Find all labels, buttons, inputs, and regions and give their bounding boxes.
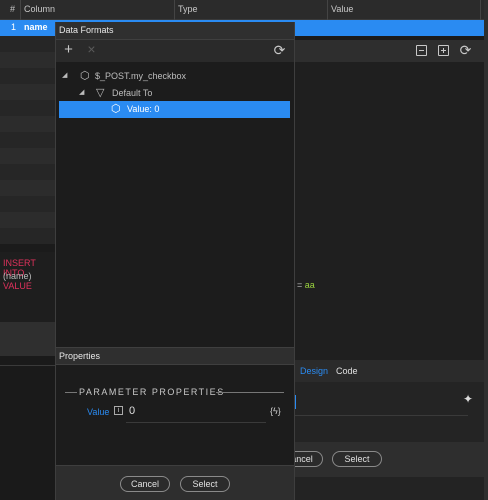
- right-properties: ✦: [293, 382, 488, 442]
- right-select-button[interactable]: Select: [332, 451, 382, 467]
- select-button[interactable]: Select: [180, 476, 230, 492]
- right-toolbar: ⟳: [293, 40, 488, 62]
- table-row[interactable]: [0, 36, 56, 52]
- col-header-num: #: [10, 4, 16, 14]
- properties-panel: PARAMETER PROPERTIES Value i 0 {ϟ}: [56, 365, 294, 465]
- code-line: = aa: [297, 280, 315, 290]
- refresh-icon[interactable]: ⟳: [273, 43, 286, 57]
- properties-title-bar: Properties: [56, 347, 294, 365]
- param-heading: PARAMETER PROPERTIES: [79, 387, 225, 397]
- properties-title: Properties: [59, 351, 101, 361]
- table-row[interactable]: [0, 132, 56, 148]
- expand-triangle-icon[interactable]: ◢: [79, 88, 84, 96]
- table-row[interactable]: [0, 164, 56, 180]
- left-bottom-area: [0, 356, 56, 500]
- tab-design[interactable]: Design: [300, 366, 328, 376]
- right-tabs: Design Code: [293, 360, 488, 382]
- add-icon[interactable]: +: [62, 42, 75, 57]
- cube-icon: ⬡: [111, 103, 121, 115]
- expand-icon[interactable]: [438, 45, 449, 56]
- table-row[interactable]: [0, 180, 56, 196]
- dynamic-data-icon[interactable]: {ϟ}: [270, 406, 281, 416]
- row-column-name: name: [24, 22, 48, 32]
- tree-item-label: Value: 0: [127, 104, 160, 114]
- dialog-toolbar: + × ⟳: [56, 40, 294, 62]
- delete-icon[interactable]: ×: [85, 42, 98, 56]
- expand-triangle-icon[interactable]: ◢: [62, 71, 67, 79]
- tree-item-label: $_POST.my_checkbox: [95, 71, 187, 81]
- filter-icon: ▽: [96, 87, 105, 99]
- sql-preview: INSERT INTO (name) VALUE: [0, 252, 56, 322]
- col-header-type[interactable]: Type: [178, 4, 198, 14]
- tree-item-selected[interactable]: ⬡ Value: 0: [59, 101, 290, 118]
- sql-line-2: (name) VALUE: [3, 271, 32, 291]
- table-row[interactable]: [0, 148, 56, 164]
- right-bottom: [293, 477, 488, 500]
- refresh-icon[interactable]: ⟳: [459, 43, 472, 57]
- cancel-button[interactable]: Cancel: [120, 476, 170, 492]
- row-number: 1: [11, 22, 17, 32]
- right-button-bar: ancel Select: [281, 442, 488, 477]
- table-row[interactable]: [0, 196, 56, 212]
- tree-item-label: Default To: [112, 88, 153, 98]
- magic-wand-icon[interactable]: ✦: [463, 392, 473, 406]
- right-edge: [484, 0, 488, 500]
- col-header-column[interactable]: Column: [24, 4, 55, 14]
- table-row[interactable]: [0, 84, 56, 100]
- info-icon[interactable]: i: [114, 406, 123, 415]
- param-label: Value: [87, 407, 110, 417]
- table-row[interactable]: [0, 100, 56, 116]
- table-header: # Column Type Value: [0, 0, 488, 20]
- bottom-strip: [0, 322, 56, 356]
- table-row[interactable]: [0, 228, 56, 244]
- table-row[interactable]: [0, 68, 56, 84]
- table-row[interactable]: [0, 212, 56, 228]
- table-row[interactable]: [0, 52, 56, 68]
- tab-code[interactable]: Code: [336, 366, 358, 376]
- right-pane: [293, 40, 488, 360]
- param-value-input[interactable]: 0: [129, 405, 135, 417]
- dialog-footer: Cancel Select: [56, 465, 294, 500]
- table-row[interactable]: [0, 116, 56, 132]
- collapse-icon[interactable]: [416, 45, 427, 56]
- col-header-value[interactable]: Value: [331, 4, 353, 14]
- cube-icon: ⬡: [80, 70, 90, 82]
- dialog-title-bar: Data Formats: [56, 22, 294, 40]
- dialog-title: Data Formats: [59, 25, 114, 35]
